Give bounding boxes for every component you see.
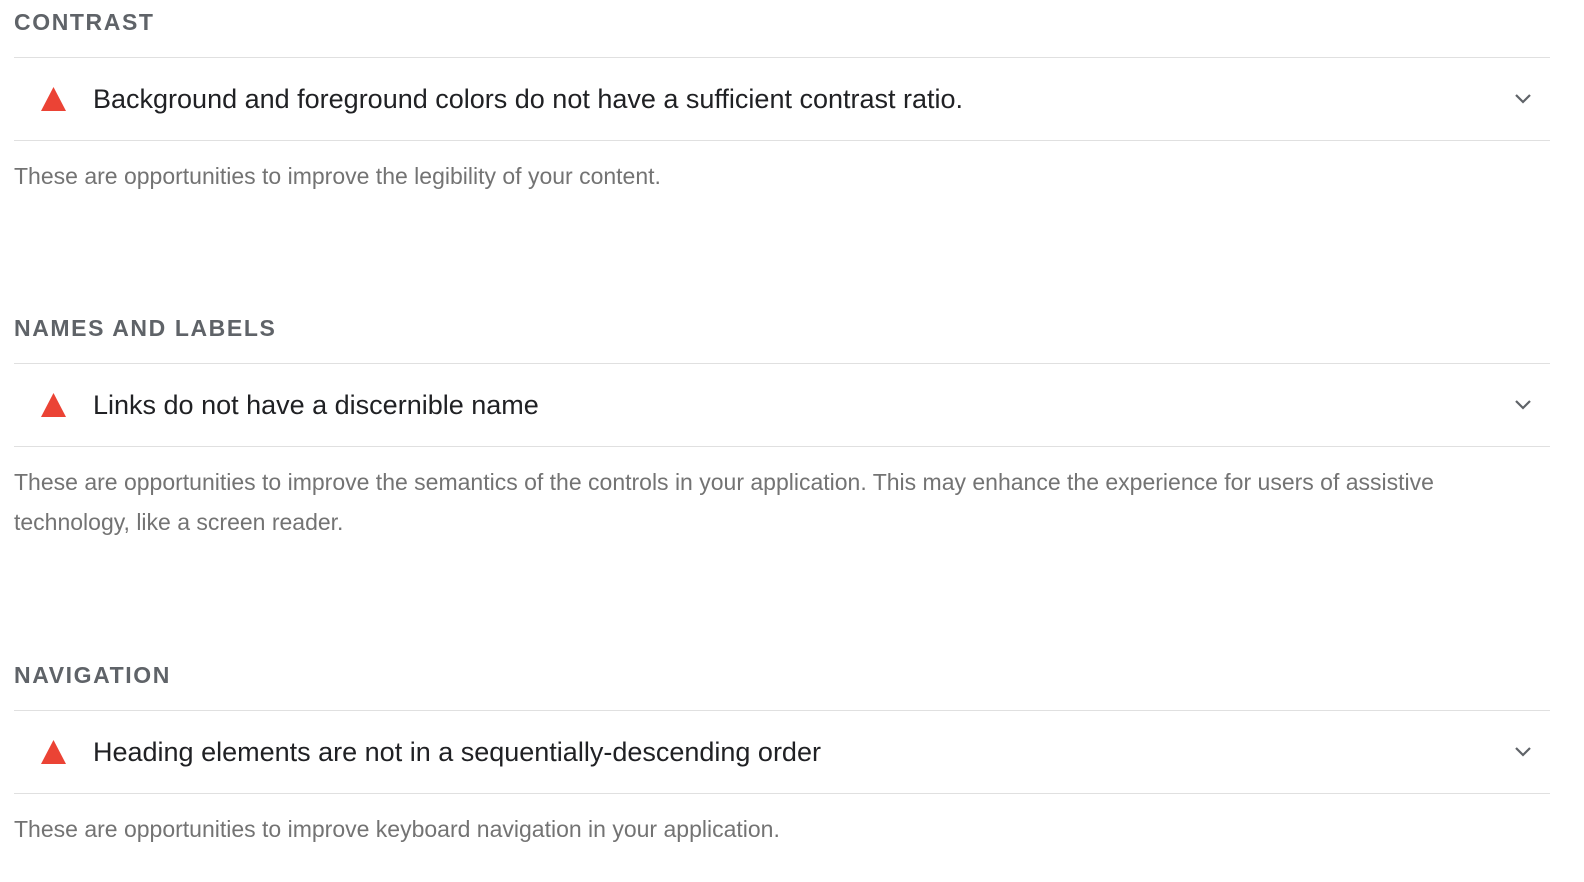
audit-title: Heading elements are not in a sequential…	[93, 737, 821, 767]
chevron-down-icon[interactable]	[1514, 92, 1532, 106]
group-title: CONTRAST	[14, 9, 155, 35]
fail-triangle-icon	[41, 393, 66, 417]
chevron-down-icon[interactable]	[1514, 745, 1532, 759]
group-title: NAVIGATION	[14, 662, 171, 688]
audit-title: Links do not have a discernible name	[93, 390, 539, 420]
group-description: These are opportunities to improve keybo…	[14, 816, 780, 842]
accessibility-report: CONTRAST Background and foreground color…	[0, 0, 1584, 882]
group-title: NAMES AND LABELS	[14, 315, 277, 341]
audit-color-contrast[interactable]: Background and foreground colors do not …	[14, 58, 1550, 140]
group-contrast: CONTRAST Background and foreground color…	[14, 8, 1550, 196]
group-description: These are opportunities to improve the l…	[14, 163, 661, 189]
chevron-down-icon[interactable]	[1514, 398, 1532, 412]
group-names-and-labels: NAMES AND LABELS Links do not have a dis…	[14, 314, 1550, 542]
audit-link-name[interactable]: Links do not have a discernible name	[14, 364, 1550, 446]
audit-heading-order[interactable]: Heading elements are not in a sequential…	[14, 711, 1550, 793]
audit-title: Background and foreground colors do not …	[93, 84, 964, 114]
group-description: These are opportunities to improve the s…	[14, 469, 1434, 535]
fail-triangle-icon	[41, 740, 66, 764]
fail-triangle-icon	[41, 87, 66, 111]
group-navigation: NAVIGATION Heading elements are not in a…	[14, 661, 1550, 849]
